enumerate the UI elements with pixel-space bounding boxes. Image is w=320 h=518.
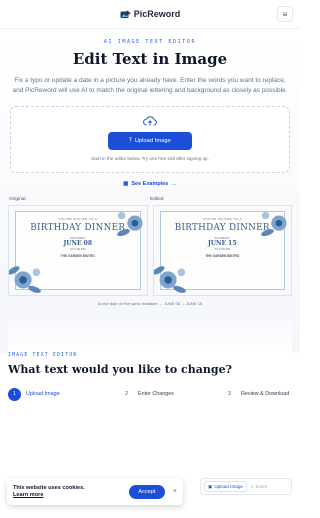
upload-dropzone[interactable]: ⤒ Upload Image Start in the editor below… bbox=[10, 106, 290, 173]
invite-intro: YOU'RE INVITED TO A bbox=[202, 217, 242, 221]
step-number: 1 bbox=[8, 387, 21, 401]
step-review[interactable]: 3 Review & Download bbox=[223, 388, 289, 401]
zoom-icon: ⌕ bbox=[250, 484, 254, 489]
original-image: YOU'RE INVITED TO A BIRTHDAY DINNER SATU… bbox=[8, 205, 148, 296]
editor-title: What text would you like to change? bbox=[8, 363, 233, 376]
upload-icon: ⤒ bbox=[129, 137, 132, 144]
upload-hint: Start in the editor below. Try one free … bbox=[91, 156, 209, 161]
hero-description: Fix a typo or update a date in a picture… bbox=[12, 77, 288, 94]
invite-venue: THE GARDEN BISTRO bbox=[60, 254, 95, 258]
step-upload[interactable]: 1 Upload Image bbox=[8, 387, 120, 401]
editor-section: IMAGE TEXT EDITOR What text would you li… bbox=[0, 353, 300, 402]
original-label: Original bbox=[9, 197, 26, 202]
editor-toolbar: ▣ Upload Image ⌕ Zoom bbox=[200, 478, 292, 495]
brand-name: PicReword bbox=[133, 9, 181, 19]
example-labels: Original Edited bbox=[8, 197, 292, 202]
invite-venue: THE GARDEN BISTRO bbox=[205, 254, 240, 258]
invite-time: AT 6:00 PM bbox=[214, 247, 231, 251]
upload-button-label: Upload Image bbox=[134, 138, 171, 144]
invite-time: AT 6:00 PM bbox=[69, 247, 86, 251]
step-label: Review & Download bbox=[241, 391, 290, 397]
invite-intro: YOU'RE INVITED TO A bbox=[58, 217, 98, 221]
editor-eyebrow: IMAGE TEXT EDITOR bbox=[8, 353, 78, 358]
invite-date: JUNE 15 bbox=[207, 240, 237, 247]
grid-icon: ▦ bbox=[123, 181, 129, 187]
floral-decoration-icon bbox=[8, 266, 41, 293]
caption-from: JUNE 08 bbox=[163, 301, 180, 306]
caption-to: JUNE 15 bbox=[186, 301, 203, 306]
brand-logo[interactable]: PicReword bbox=[120, 9, 181, 19]
invite-title: BIRTHDAY DINNER bbox=[30, 223, 126, 233]
zoom-label: Zoom bbox=[255, 484, 268, 489]
step-changes[interactable]: 2 Enter Changes bbox=[120, 388, 223, 401]
step-number: 2 bbox=[125, 391, 128, 397]
accept-cookies-button[interactable]: Accept bbox=[128, 484, 165, 499]
hamburger-icon: ≡ bbox=[282, 9, 288, 19]
step-label: Upload Image bbox=[26, 391, 60, 397]
caption-text: A new date on the same invitation bbox=[97, 301, 158, 306]
logo-icon bbox=[120, 10, 131, 18]
close-icon[interactable]: × bbox=[173, 488, 177, 495]
hero-section: AI IMAGE TEXT EDITOR Edit Text in Image … bbox=[0, 29, 300, 353]
upload-image-button[interactable]: ⤒ Upload Image bbox=[108, 132, 192, 150]
image-icon: ▣ bbox=[208, 483, 213, 489]
learn-more-link[interactable]: Learn more bbox=[13, 492, 129, 498]
cloud-upload-icon bbox=[143, 116, 157, 126]
floral-decoration-icon bbox=[153, 266, 186, 293]
invite-title: BIRTHDAY DINNER bbox=[174, 223, 270, 233]
cookie-message: This website uses cookies. bbox=[13, 485, 85, 491]
see-examples-label: See Examples bbox=[131, 181, 169, 187]
step-number: 3 bbox=[228, 391, 231, 397]
toolbar-upload-label: Upload Image bbox=[214, 484, 243, 489]
step-label: Enter Changes bbox=[138, 391, 174, 397]
arrow-right-icon: → bbox=[171, 181, 177, 187]
example-comparison: YOU'RE INVITED TO A BIRTHDAY DINNER SATU… bbox=[8, 205, 292, 296]
step-indicator: 1 Upload Image 2 Enter Changes 3 Review … bbox=[8, 386, 292, 402]
invite-date: JUNE 08 bbox=[63, 240, 93, 247]
cookie-banner: This website uses cookies. Learn more Ac… bbox=[7, 478, 183, 505]
edited-label: Edited bbox=[150, 197, 164, 202]
hero-eyebrow: AI IMAGE TEXT EDITOR bbox=[103, 39, 197, 45]
see-examples-link[interactable]: ▦ See Examples → bbox=[8, 181, 292, 187]
edited-image: YOU'RE INVITED TO A BIRTHDAY DINNER SATU… bbox=[152, 205, 292, 296]
page-title: Edit Text in Image bbox=[72, 50, 228, 68]
site-header: PicReword ≡ bbox=[0, 0, 300, 29]
zoom-button[interactable]: ⌕ Zoom bbox=[251, 484, 267, 489]
menu-button[interactable]: ≡ bbox=[277, 6, 293, 22]
toolbar-upload-button[interactable]: ▣ Upload Image bbox=[204, 481, 247, 492]
